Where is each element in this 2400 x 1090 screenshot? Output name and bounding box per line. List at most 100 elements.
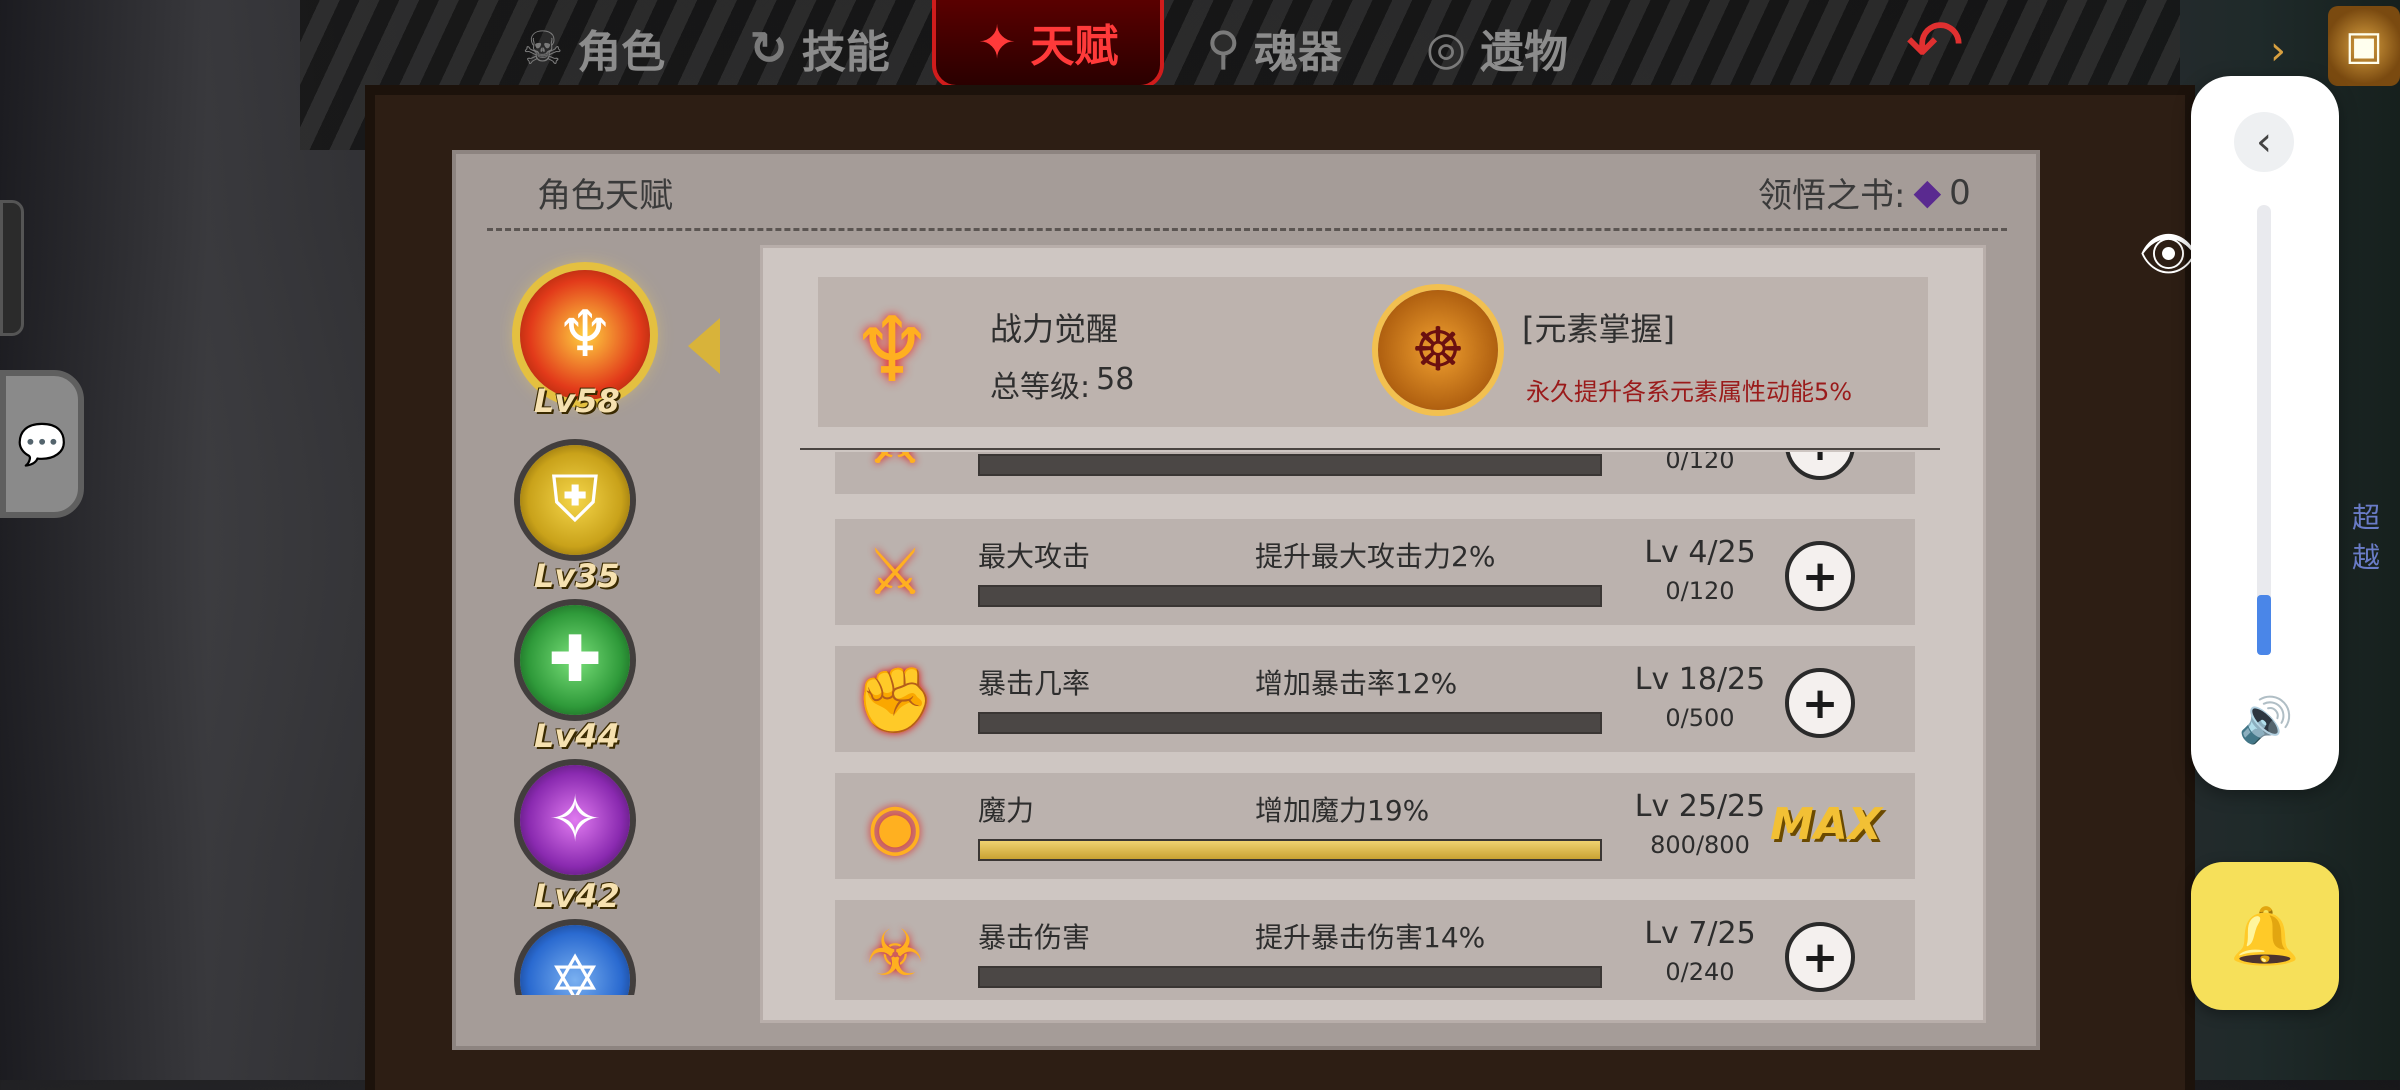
tab-label: 魂器 bbox=[1254, 26, 1343, 78]
left-edge-tab[interactable] bbox=[0, 200, 24, 336]
purple-gem-icon: ◆ bbox=[1913, 172, 1942, 213]
level-label: 总等级: bbox=[990, 370, 1091, 405]
sword-icon: ⚔ bbox=[845, 452, 945, 492]
tab-relic[interactable]: ◎ 遗物 bbox=[1384, 0, 1610, 95]
talent-description: 提升暴击伤害14% bbox=[1255, 921, 1486, 954]
sword-flame-icon: ♆ bbox=[520, 270, 650, 400]
category-level: Lv58 bbox=[534, 382, 620, 420]
sword-icon: ⚔ bbox=[866, 536, 924, 610]
speaker-icon[interactable]: 🔊 bbox=[2238, 692, 2294, 748]
progress-bar bbox=[978, 585, 1602, 607]
upgrade-button[interactable]: + bbox=[1785, 922, 1855, 992]
chat-bubble-button[interactable]: 💬 bbox=[0, 370, 84, 518]
chevron-left-icon: ‹ bbox=[2256, 119, 2272, 165]
max-badge: MAX bbox=[1770, 799, 1882, 850]
divider bbox=[800, 448, 1940, 450]
progress-bar bbox=[978, 839, 1602, 861]
talent-category-list: ♆ Lv58 ⛨ Lv35 ✚ Lv44 ✧ Lv42 ✡ bbox=[500, 240, 710, 995]
expand-arrow-icon[interactable]: › bbox=[2270, 28, 2286, 74]
tab-label: 技能 bbox=[801, 26, 890, 78]
spiral-icon: ◉ bbox=[867, 790, 923, 864]
bell-icon: 🔔 bbox=[2230, 904, 2300, 969]
back-button[interactable]: ↶ bbox=[1855, 4, 2015, 86]
talent-name: 最大攻击 bbox=[978, 540, 1091, 573]
talent-progress: 0/120 bbox=[1665, 577, 1735, 605]
talent-row: ◉ 魔力 增加魔力19% Lv 25/25 800/800 MAX bbox=[835, 773, 1915, 879]
flame-icon: ✦ bbox=[977, 14, 1017, 69]
ringer-mode-button[interactable]: 🔔 bbox=[2191, 862, 2339, 1010]
fist-icon: ✊ bbox=[855, 663, 935, 738]
talent-rows-list[interactable]: ⚔ 0/120 + ⚔ 最大攻击 提升最大攻击力2% Lv 4/25 0/120… bbox=[835, 452, 1915, 1000]
relic-icon: ◎ bbox=[1426, 20, 1467, 75]
talent-name: 暴击伤害 bbox=[978, 921, 1091, 954]
water-icon: ✡ bbox=[520, 925, 630, 995]
side-label: 超越 bbox=[2352, 501, 2381, 574]
books-count: 0 bbox=[1949, 172, 1971, 213]
volume-slider-fill bbox=[2257, 595, 2271, 655]
progress-bar bbox=[978, 712, 1602, 734]
tab-label: 遗物 bbox=[1480, 26, 1569, 78]
talent-description: 增加暴击率12% bbox=[1255, 667, 1458, 700]
awaken-total-level: 总等级: 58 bbox=[990, 362, 1134, 406]
element-mastery-icon[interactable]: ☸ bbox=[1378, 290, 1498, 410]
progress-bar bbox=[978, 454, 1602, 476]
treasure-chest-button[interactable]: ▣ bbox=[2328, 6, 2400, 86]
talent-description: 提升最大攻击力2% bbox=[1255, 540, 1496, 573]
plus-icon: + bbox=[1802, 452, 1839, 471]
category-item[interactable]: ⛨ Lv35 bbox=[520, 445, 670, 595]
talent-name: 暴击几率 bbox=[978, 667, 1091, 700]
plus-icon: + bbox=[1801, 931, 1839, 983]
top-tab-bar: ☠ 角色 ↻ 技能 ✦ 天赋 ⚲ 魂器 ◎ 遗物 bbox=[480, 0, 2080, 95]
panel-title: 角色天赋 bbox=[537, 176, 673, 216]
tab-skills[interactable]: ↻ 技能 bbox=[707, 0, 932, 95]
talent-level: Lv 4/25 bbox=[1644, 535, 1756, 570]
talent-row: ⚔ 最大攻击 提升最大攻击力2% Lv 4/25 0/120 + bbox=[835, 519, 1915, 625]
upgrade-button[interactable]: + bbox=[1785, 541, 1855, 611]
selected-arrow-icon bbox=[688, 318, 720, 374]
volume-back-button[interactable]: ‹ bbox=[2234, 112, 2294, 172]
tab-soul[interactable]: ⚲ 魂器 bbox=[1164, 0, 1384, 95]
eye-icon[interactable]: 👁 bbox=[2138, 225, 2199, 282]
category-item[interactable]: ✡ bbox=[520, 925, 670, 995]
sword-flame-icon: ♆ bbox=[851, 297, 933, 403]
tab-character[interactable]: ☠ 角色 bbox=[480, 0, 707, 95]
heal-icon: ✚ bbox=[520, 605, 630, 715]
books-label: 领悟之书: bbox=[1758, 176, 1906, 216]
books-counter: 领悟之书: ◆ 0 bbox=[1758, 168, 1971, 217]
element-description: 永久提升各系元素属性动能5% bbox=[1526, 378, 1853, 406]
category-item[interactable]: ✧ Lv42 bbox=[520, 765, 670, 915]
talent-progress: 0/120 bbox=[1665, 452, 1735, 474]
magic-star-icon: ✧ bbox=[520, 765, 630, 875]
plus-icon: + bbox=[1801, 550, 1839, 602]
volume-slider[interactable] bbox=[2257, 205, 2271, 655]
talent-row: ⚔ 0/120 + bbox=[835, 452, 1915, 494]
category-level: Lv35 bbox=[534, 557, 620, 595]
upgrade-button[interactable]: + bbox=[1785, 452, 1855, 480]
swirl-icon: ↻ bbox=[749, 20, 788, 75]
level-value: 58 bbox=[1096, 362, 1135, 397]
return-arrow-icon: ↶ bbox=[1905, 4, 1965, 86]
category-item[interactable]: ♆ Lv58 bbox=[520, 270, 670, 420]
progress-fill bbox=[980, 841, 1600, 859]
awaken-name: 战力觉醒 bbox=[990, 310, 1119, 348]
talent-progress: 0/240 bbox=[1665, 958, 1735, 986]
category-level: Lv44 bbox=[534, 717, 620, 755]
plus-icon: + bbox=[1801, 677, 1839, 729]
talent-progress: 0/500 bbox=[1665, 704, 1735, 732]
talent-description: 增加魔力19% bbox=[1255, 794, 1430, 827]
tab-talent[interactable]: ✦ 天赋 bbox=[931, 0, 1165, 89]
demon-icon: ☠ bbox=[522, 20, 564, 75]
category-item[interactable]: ✚ Lv44 bbox=[520, 605, 670, 755]
upgrade-button[interactable]: + bbox=[1785, 668, 1855, 738]
progress-bar bbox=[978, 966, 1602, 988]
shield-icon: ⛨ bbox=[520, 445, 630, 555]
talent-row: ✊ 暴击几率 增加暴击率12% Lv 18/25 0/500 + bbox=[835, 646, 1915, 752]
chat-icon: 💬 bbox=[17, 421, 67, 468]
tab-label: 角色 bbox=[577, 26, 666, 78]
talent-row: ☣ 暴击伤害 提升暴击伤害14% Lv 7/25 0/240 + bbox=[835, 900, 1915, 1000]
talent-level: Lv 18/25 bbox=[1634, 662, 1766, 697]
spirit-icon: ⚲ bbox=[1206, 20, 1241, 75]
chest-icon: ▣ bbox=[2345, 23, 2383, 69]
talent-name: 魔力 bbox=[978, 794, 1035, 827]
category-level: Lv42 bbox=[534, 877, 620, 915]
